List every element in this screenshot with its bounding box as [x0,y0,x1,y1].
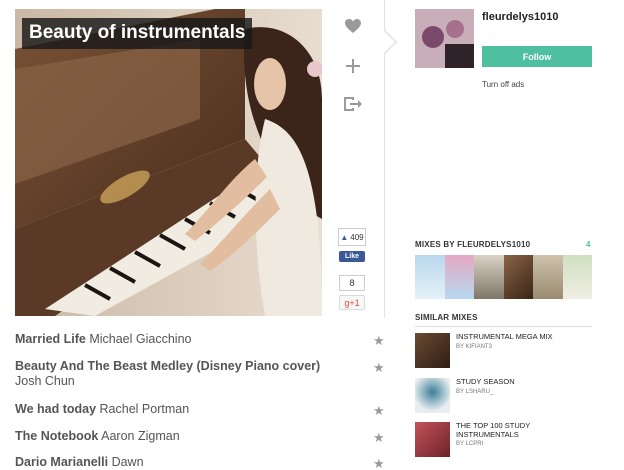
star-icon[interactable]: ★ [373,456,385,470]
mix-thumb[interactable] [444,255,474,299]
star-icon[interactable]: ★ [373,430,385,446]
similar-mix-author: by lsharu_ [456,388,494,395]
track-song: Dario Marianelli [15,455,109,469]
track-row[interactable]: The Notebook Aaron Zigman ★ [15,429,389,446]
mix-cover-image[interactable]: Beauty of instrumentals [15,9,322,316]
share-button[interactable] [338,90,368,118]
share-icon [344,97,362,111]
follow-button[interactable]: Follow [482,46,592,67]
star-icon[interactable]: ★ [373,360,385,375]
mix-thumb[interactable] [562,255,592,299]
facebook-like-count: ▲ 409 [338,228,366,246]
mixes-by-count[interactable]: 4 [586,240,590,249]
google-plus-count: 8 [339,275,365,291]
mix-title: Beauty of instrumentals [22,18,253,49]
facebook-like-button[interactable]: Like [339,251,365,262]
mixes-by-strip [415,255,592,299]
similar-mix-item[interactable]: THE TOP 100 STUDY INSTRUMENTALS by lcpri [415,421,592,458]
similar-mix-title: STUDY SEASON by lsharu_ [456,377,592,396]
mix-thumb[interactable] [415,255,445,299]
similar-mix-item[interactable]: STUDY SEASON by lsharu_ [415,377,592,414]
track-row[interactable]: Beauty And The Beast Medley (Disney Pian… [15,359,389,389]
fb-like-label: Like [344,253,359,260]
track-song: We had today [15,402,97,416]
add-to-collection-button[interactable] [338,52,368,80]
username[interactable]: fleurdelys1010 [482,11,558,23]
similar-mix-title-text: INSTRUMENTAL MEGA MIX [456,332,553,341]
track-artist: Dawn [111,455,144,469]
similar-mixes-heading: SIMILAR MIXES [415,313,478,322]
mix-thumb[interactable] [474,255,504,299]
piano-photo [15,9,322,316]
section-divider [415,326,592,327]
similar-mix-item[interactable]: INSTRUMENTAL MEGA MIX by kifiant3 [415,332,592,369]
similar-mix-title-text: STUDY SEASON [456,377,515,386]
track-song: Married Life [15,332,86,346]
similar-mix-author: by kifiant3 [456,343,492,350]
similar-mix-title: THE TOP 100 STUDY INSTRUMENTALS by lcpri [456,421,592,449]
track-song: The Notebook [15,429,99,443]
similar-mix-title-text: THE TOP 100 STUDY INSTRUMENTALS [456,421,531,439]
google-plus-button[interactable]: g+1 [339,295,365,310]
track-row[interactable]: Married Life Michael Giacchino ★ [15,332,389,349]
gplus-count-value: 8 [349,278,355,288]
track-artist: Josh Chun [15,374,75,388]
thumbs-up-icon: ▲ [340,232,349,242]
heart-icon [345,19,361,33]
similar-mix-thumb [415,422,450,457]
track-row[interactable]: We had today Rachel Portman ★ [15,402,389,419]
avatar-image [415,9,474,68]
track-song: Beauty And The Beast Medley (Disney Pian… [15,359,321,373]
user-avatar[interactable] [415,9,474,68]
fb-count-value: 409 [350,232,364,242]
like-button[interactable] [338,12,368,40]
star-icon[interactable]: ★ [373,403,385,419]
star-icon[interactable]: ★ [373,333,385,349]
track-artist: Michael Giacchino [89,332,192,346]
similar-mix-author: by lcpri [456,441,484,447]
mix-thumb[interactable] [533,255,563,299]
mix-thumb[interactable] [503,255,533,299]
plus-icon [346,59,360,73]
similar-mix-thumb [415,378,450,413]
divider-notch [384,30,397,54]
gplus-label: g+1 [344,297,360,308]
similar-mix-thumb [415,333,450,368]
track-row[interactable]: Dario Marianelli Dawn ★ [15,455,389,470]
turn-off-ads-link[interactable]: Turn off ads [482,80,524,89]
similar-mix-title: INSTRUMENTAL MEGA MIX by kifiant3 [456,332,592,351]
mixes-by-heading: MIXES BY FLEURDELYS1010 [415,240,531,249]
track-artist: Rachel Portman [99,402,190,416]
track-artist: Aaron Zigman [101,429,180,443]
